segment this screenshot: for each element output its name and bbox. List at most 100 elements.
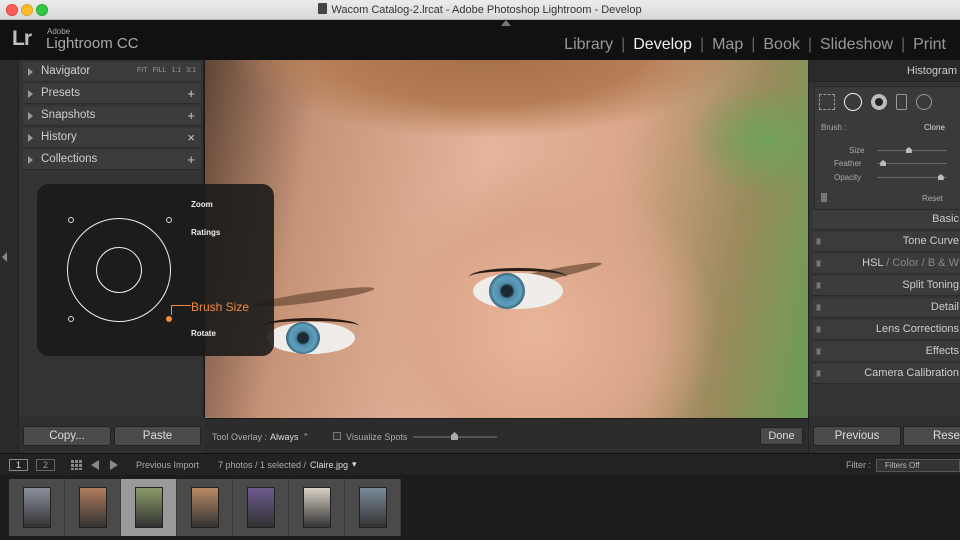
back-arrow-icon[interactable] bbox=[91, 460, 99, 470]
tool-overlay-select[interactable]: Always bbox=[270, 432, 299, 442]
grid-view-icon[interactable] bbox=[71, 460, 82, 470]
overlay-ratings[interactable]: Ratings bbox=[191, 228, 220, 237]
size-knob[interactable] bbox=[905, 147, 912, 153]
overlay-brush-size[interactable]: Brush Size bbox=[191, 300, 249, 314]
tool-overlay-dropdown-icon[interactable]: ⌃ bbox=[302, 432, 310, 443]
thumb-3[interactable] bbox=[135, 487, 163, 528]
collections-header[interactable]: Collections + bbox=[23, 150, 201, 170]
thumb-7[interactable] bbox=[359, 487, 387, 528]
opacity-knob[interactable] bbox=[937, 174, 944, 180]
snapshots-header[interactable]: Snapshots + bbox=[23, 106, 201, 126]
section-toggle-icon[interactable] bbox=[816, 370, 821, 377]
filmstrip-cell[interactable] bbox=[65, 479, 121, 536]
section-toggle-icon[interactable] bbox=[816, 326, 821, 333]
filmstrip-cell[interactable] bbox=[121, 479, 177, 536]
paste-button[interactable]: Paste bbox=[114, 426, 201, 446]
module-develop[interactable]: Develop bbox=[625, 36, 700, 54]
collapse-left-panel-icon[interactable] bbox=[2, 252, 7, 262]
filmstrip-cell[interactable] bbox=[233, 479, 289, 536]
visualize-spots-checkbox[interactable] bbox=[333, 432, 341, 440]
tool-strip bbox=[819, 91, 932, 113]
filmstrip-cell[interactable] bbox=[345, 479, 401, 536]
lens-corrections-section[interactable]: Lens Corrections bbox=[812, 320, 960, 340]
clear-history-icon[interactable]: × bbox=[187, 130, 195, 145]
filter-label: Filter : bbox=[846, 460, 872, 470]
bw-tab[interactable]: B & W bbox=[928, 257, 959, 269]
secondary-display-button[interactable]: 2 bbox=[36, 459, 55, 471]
filename-dropdown-icon[interactable]: ▾ bbox=[352, 459, 357, 470]
visualize-spots-slider[interactable] bbox=[413, 432, 497, 440]
presets-header[interactable]: Presets + bbox=[23, 84, 201, 104]
add-preset-icon[interactable]: + bbox=[187, 86, 195, 101]
overlay-zoom[interactable]: Zoom bbox=[191, 200, 213, 209]
filmstrip-source[interactable]: Previous Import bbox=[136, 460, 199, 470]
zoom-3-1[interactable]: 3:1 bbox=[186, 67, 196, 74]
zoom-1-1[interactable]: 1:1 bbox=[172, 67, 182, 74]
feather-knob[interactable] bbox=[880, 160, 887, 166]
panel-switch-icon[interactable] bbox=[821, 193, 827, 202]
filter-select[interactable]: Filters Off bbox=[876, 459, 960, 472]
previous-button[interactable]: Previous bbox=[813, 426, 901, 446]
slider-knob[interactable] bbox=[451, 432, 458, 440]
left-panel-edge[interactable] bbox=[0, 60, 18, 453]
thumb-1[interactable] bbox=[23, 487, 51, 528]
zoom-fit[interactable]: FIT bbox=[137, 67, 148, 74]
history-header[interactable]: History × bbox=[23, 128, 201, 148]
module-print[interactable]: Print bbox=[905, 36, 954, 54]
right-panel: Histogram Brush : Clone Size Feather Opa… bbox=[808, 60, 960, 453]
thumb-5[interactable] bbox=[247, 487, 275, 528]
collapse-top-panel-icon[interactable] bbox=[501, 20, 511, 26]
filmstrip-cell[interactable] bbox=[177, 479, 233, 536]
basic-section[interactable]: Basic bbox=[812, 210, 960, 230]
done-button[interactable]: Done bbox=[760, 427, 803, 445]
section-toggle-icon[interactable] bbox=[816, 348, 821, 355]
lens-corrections-label: Lens Corrections bbox=[875, 323, 959, 335]
spot-removal-icon[interactable] bbox=[844, 93, 862, 111]
size-slider[interactable] bbox=[877, 147, 947, 153]
module-map[interactable]: Map bbox=[704, 36, 751, 54]
camera-calibration-section[interactable]: Camera Calibration bbox=[812, 364, 960, 384]
overlay-rotate[interactable]: Rotate bbox=[191, 329, 216, 338]
copy-button[interactable]: Copy... bbox=[23, 426, 111, 446]
forward-arrow-icon[interactable] bbox=[110, 460, 118, 470]
module-library[interactable]: Library bbox=[556, 36, 621, 54]
module-slideshow[interactable]: Slideshow bbox=[812, 36, 901, 54]
detail-label: Detail bbox=[930, 301, 959, 313]
section-toggle-icon[interactable] bbox=[816, 282, 821, 289]
crop-icon[interactable] bbox=[819, 94, 835, 110]
section-toggle-icon[interactable] bbox=[816, 238, 821, 245]
photo-canvas[interactable] bbox=[205, 60, 808, 418]
thumb-2[interactable] bbox=[79, 487, 107, 528]
hsl-section[interactable]: HSL / Color / B & W bbox=[812, 254, 960, 274]
red-eye-icon[interactable] bbox=[871, 94, 887, 110]
color-tab[interactable]: Color bbox=[892, 257, 918, 269]
section-toggle-icon[interactable] bbox=[816, 304, 821, 311]
reset-spots-button[interactable]: Reset bbox=[922, 194, 943, 203]
module-book[interactable]: Book bbox=[755, 36, 807, 54]
graduated-filter-icon[interactable] bbox=[896, 94, 907, 110]
radial-filter-icon[interactable] bbox=[916, 94, 932, 110]
zoom-fill[interactable]: FILL bbox=[153, 67, 167, 74]
navigator-header[interactable]: Navigator FIT FILL 1:1 3:1 bbox=[23, 62, 201, 82]
add-snapshot-icon[interactable]: + bbox=[187, 108, 195, 123]
camera-calibration-label: Camera Calibration bbox=[864, 367, 959, 379]
touch-ring-center[interactable] bbox=[96, 247, 142, 293]
hsl-tab[interactable]: HSL bbox=[862, 257, 883, 269]
thumb-6[interactable] bbox=[303, 487, 331, 528]
current-filename[interactable]: Claire.jpg bbox=[310, 460, 348, 470]
section-toggle-icon[interactable] bbox=[816, 260, 821, 267]
effects-section[interactable]: Effects bbox=[812, 342, 960, 362]
histogram-header[interactable]: Histogram bbox=[809, 60, 960, 82]
opacity-slider[interactable] bbox=[877, 174, 947, 180]
reset-button[interactable]: Reset bbox=[903, 426, 960, 446]
primary-display-button[interactable]: 1 bbox=[9, 459, 28, 471]
detail-section[interactable]: Detail bbox=[812, 298, 960, 318]
split-toning-section[interactable]: Split Toning bbox=[812, 276, 960, 296]
clone-mode-button[interactable]: Clone bbox=[924, 123, 945, 132]
filmstrip-cell[interactable] bbox=[9, 479, 65, 536]
thumb-4[interactable] bbox=[191, 487, 219, 528]
tone-curve-section[interactable]: Tone Curve bbox=[812, 232, 960, 252]
add-collection-icon[interactable]: + bbox=[187, 152, 195, 167]
feather-slider[interactable] bbox=[877, 160, 947, 166]
filmstrip-cell[interactable] bbox=[289, 479, 345, 536]
